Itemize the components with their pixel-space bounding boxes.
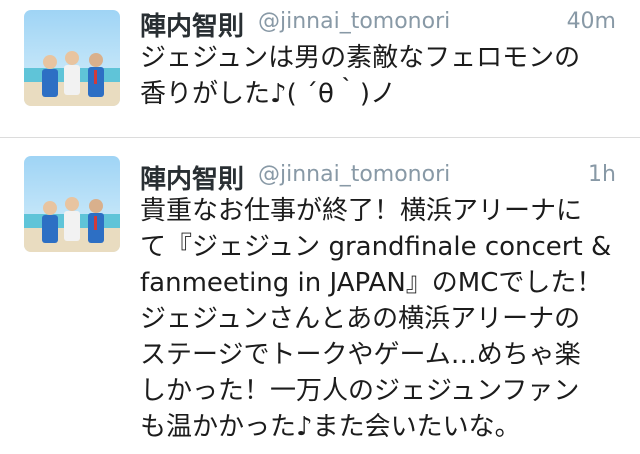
tweet-text-line: ステージでトークやゲーム…めちゃ楽: [140, 340, 581, 370]
avatar[interactable]: [24, 10, 120, 106]
tweet-item[interactable]: 陣内智則 @jinnai_tomonori 40m ジェジュンは男の素敵なフェロ…: [0, 0, 640, 137]
timestamp[interactable]: 40m: [567, 9, 616, 34]
tweet-text-line: fanmeeting in JAPAN』のMCでした！: [140, 268, 603, 298]
tweet-text-line: ジェジュンは男の素敵なフェロモンの: [140, 43, 581, 73]
tweet-text-line: ジェジュンさんとあの横浜アリーナの: [140, 304, 581, 334]
tweet-item[interactable]: 陣内智則 @jinnai_tomonori 1h 貴重なお仕事が終了！横浜アリー…: [0, 137, 640, 454]
tweet-header: 陣内智則 @jinnai_tomonori 40m: [140, 0, 616, 43]
tweet-text-line: 貴重なお仕事が終了！横浜アリーナに: [140, 196, 583, 226]
tweet-header: 陣内智則 @jinnai_tomonori 1h: [140, 153, 616, 196]
screen-name[interactable]: @jinnai_tomonori: [258, 162, 450, 187]
tweet-text-line: も温かかった♪また会いたいな。: [140, 412, 521, 442]
tweet-text-line: 香りがした♪( ´θ｀)ノ: [140, 79, 397, 109]
tweet-text: 貴重なお仕事が終了！横浜アリーナに て『ジェジュン grandfinale co…: [140, 193, 628, 445]
tweet-text-line: て『ジェジュン grandfinale concert &: [140, 232, 612, 262]
avatar[interactable]: [24, 156, 120, 252]
display-name[interactable]: 陣内智則: [140, 159, 244, 196]
display-name[interactable]: 陣内智則: [140, 6, 244, 43]
tweet-timeline: 陣内智則 @jinnai_tomonori 40m ジェジュンは男の素敵なフェロ…: [0, 0, 640, 454]
timestamp[interactable]: 1h: [588, 162, 616, 187]
avatar-photo: [24, 10, 120, 106]
tweet-text: ジェジュンは男の素敵なフェロモンの 香りがした♪( ´θ｀)ノ: [140, 40, 628, 112]
avatar-photo: [24, 156, 120, 252]
screen-name[interactable]: @jinnai_tomonori: [258, 9, 450, 34]
tweet-text-line: しかった！一万人のジェジュンファン: [140, 376, 580, 406]
